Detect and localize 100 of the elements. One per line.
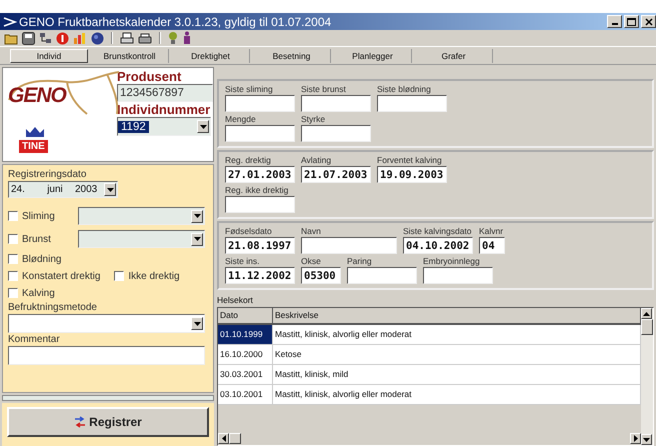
printer-icon[interactable] <box>138 32 152 44</box>
text-field[interactable] <box>225 196 295 213</box>
text-field[interactable] <box>301 237 397 254</box>
dropdown-field[interactable] <box>78 207 205 225</box>
figure-icon[interactable] <box>182 31 192 45</box>
text-field[interactable]: 19.09.2003 <box>377 166 447 183</box>
field-label: Navn <box>301 226 322 237</box>
field-label: Okse <box>301 256 322 267</box>
table-cell: 03.10.2001 <box>218 385 273 404</box>
field-label: Reg. ikke drektig <box>225 185 290 196</box>
scroll-thumb[interactable] <box>641 319 653 335</box>
tine-logo: TINE <box>19 140 48 153</box>
date-label: Registreringsdato <box>8 169 88 180</box>
table-row[interactable]: 16.10.2000 Ketose <box>218 345 641 365</box>
method-dropdown[interactable] <box>8 314 205 333</box>
text-field[interactable]: 04 <box>479 237 505 254</box>
table-row[interactable]: 03.10.2001 Mastitt, klinisk, alvorlig eller moderat <box>218 385 641 405</box>
table-row[interactable]: 01.10.1999 Mastitt, klinisk, alvorlig eller moderat <box>218 325 641 345</box>
text-field[interactable]: 21.07.2003 <box>301 166 371 183</box>
producer-label: Produsent <box>117 69 182 84</box>
field-label: Siste ins. <box>225 256 260 267</box>
field-label: Siste sliming <box>225 84 274 95</box>
swoosh-icon <box>3 16 17 26</box>
checkbox-option[interactable]: Sliming <box>8 210 78 222</box>
maximize-button[interactable] <box>624 15 639 28</box>
dropdown-field[interactable] <box>78 230 205 248</box>
text-field[interactable]: 04.10.2002 <box>403 237 473 254</box>
checkbox-option[interactable]: Konstatert drektig <box>8 270 100 282</box>
comment-field[interactable] <box>8 346 205 365</box>
text-field[interactable] <box>347 267 417 284</box>
checkbox[interactable] <box>8 211 18 221</box>
text-field[interactable] <box>225 95 295 112</box>
window-title: GENO Fruktbarhetskalender 3.0.1.23, gyldig til 01.07.2004 <box>19 14 332 28</box>
method-label: Befruktningsmetode <box>8 302 98 313</box>
field-label: Styrke <box>301 114 326 125</box>
checkbox-option[interactable]: Brunst <box>8 234 78 244</box>
field-label: Forventet kalving <box>377 155 443 166</box>
field-label: Mengde <box>225 114 257 125</box>
minimize-icon <box>612 23 618 25</box>
arrows-icon <box>74 416 86 428</box>
checkbox[interactable] <box>8 271 18 281</box>
field-label: Siste kalvingsdato <box>403 226 473 237</box>
scroll-right-icon[interactable] <box>630 433 641 444</box>
field-label: Avlating <box>301 155 332 166</box>
producer-field[interactable]: 1234567897 <box>117 84 213 102</box>
scroll-up-icon[interactable] <box>641 308 652 319</box>
text-field[interactable] <box>301 125 371 142</box>
network-icon[interactable] <box>39 32 52 44</box>
register-button[interactable]: Registrer <box>7 407 209 437</box>
column-header[interactable]: Dato <box>218 308 273 323</box>
horizontal-scrollbar[interactable] <box>218 433 641 445</box>
close-icon <box>644 18 652 26</box>
checkbox-option[interactable]: Blødning <box>8 254 62 264</box>
field-label: Reg. drektig <box>225 155 272 166</box>
crown-icon <box>25 126 45 138</box>
field-label: Embryoinnlegg <box>423 256 481 267</box>
field-label: Siste blødning <box>377 84 432 95</box>
text-field[interactable]: 21.08.1997 <box>225 237 295 254</box>
minimize-button[interactable] <box>607 15 622 28</box>
text-field[interactable] <box>301 95 371 112</box>
checkbox[interactable] <box>114 271 124 281</box>
chart-icon[interactable] <box>73 32 87 44</box>
field-label: Siste brunst <box>301 84 347 95</box>
individual-label: Individnummer <box>117 102 212 117</box>
globe-icon[interactable] <box>91 32 104 44</box>
date-picker[interactable]: 24. juni 2003 <box>8 181 118 198</box>
table-cell: 01.10.1999 <box>218 325 273 344</box>
table-row[interactable]: 30.03.2001 Mastitt, klinisk, mild <box>218 365 641 385</box>
text-field[interactable]: 11.12.2002 <box>225 267 295 284</box>
scroll-down-icon[interactable] <box>641 434 652 445</box>
field-label: Paring <box>347 256 373 267</box>
tab[interactable]: Individ <box>10 49 88 63</box>
geno-logo: GENO <box>8 84 66 108</box>
table-cell: 30.03.2001 <box>218 365 273 384</box>
stop-icon[interactable] <box>56 32 69 44</box>
text-field[interactable] <box>377 95 447 112</box>
text-field[interactable] <box>423 267 493 284</box>
scroll-thumb[interactable] <box>229 433 241 444</box>
text-field[interactable] <box>225 125 295 142</box>
section-title: Helsekort <box>217 296 254 305</box>
maximize-icon <box>627 18 636 26</box>
individual-number: 1192 <box>118 120 149 132</box>
checkbox-option[interactable]: Ikke drektig <box>114 270 180 282</box>
splitter-bar[interactable] <box>2 395 214 401</box>
checkbox[interactable] <box>8 234 18 244</box>
table-cell: 16.10.2000 <box>218 345 273 364</box>
field-label: Fødselsdato <box>225 226 273 237</box>
close-button[interactable] <box>641 15 656 28</box>
checkbox[interactable] <box>8 254 18 264</box>
vertical-scrollbar[interactable] <box>641 308 653 445</box>
scroll-left-icon[interactable] <box>218 433 229 444</box>
checkbox[interactable] <box>8 288 18 298</box>
field-label: Kalvnr <box>479 226 504 237</box>
printer-icon[interactable] <box>120 32 134 44</box>
text-field[interactable]: 27.01.2003 <box>225 166 295 183</box>
individual-dropdown[interactable]: 1192 <box>117 117 211 136</box>
comment-label: Kommentar <box>8 334 61 345</box>
text-field[interactable]: 05300 <box>301 267 341 284</box>
checkbox-option[interactable]: Kalving <box>8 288 55 298</box>
bulb-icon[interactable] <box>168 31 178 45</box>
